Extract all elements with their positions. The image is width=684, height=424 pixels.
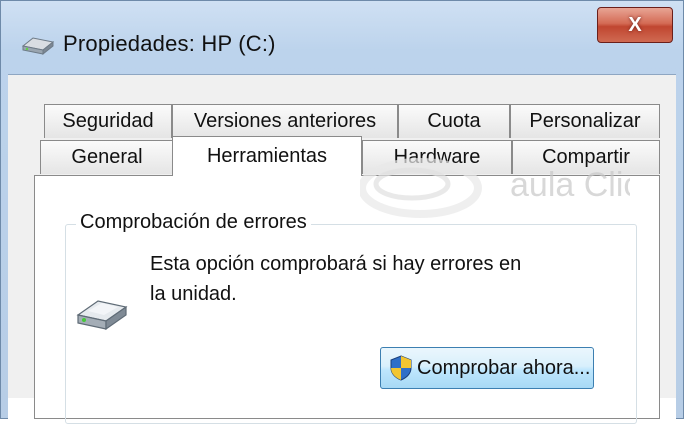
window-title: Propiedades: HP (C:) [63,31,276,56]
tab-seguridad[interactable]: Seguridad [44,104,172,138]
tab-label: Versiones anteriores [193,110,377,132]
check-now-label: Comprobar ahora... [417,356,591,379]
tab-general[interactable]: General [40,140,174,174]
tab-label: Cuota [427,110,481,132]
title-bar[interactable]: Propiedades: HP (C:) X [1,1,683,75]
description-line-1: Esta opción comprobará si hay errores en [150,253,522,275]
drive-icon [21,37,55,56]
error-check-group: Comprobación de errores Esta opción comp… [65,211,637,424]
tab-label: General [71,146,143,168]
tab-personalizar[interactable]: Personalizar [510,104,660,138]
tab-cuota[interactable]: Cuota [398,104,510,138]
tab-label: Herramientas [206,145,328,167]
tab-label: Seguridad [62,110,154,132]
tab-versiones-anteriores[interactable]: Versiones anteriores [172,104,398,138]
tab-label: Hardware [393,146,481,168]
close-button[interactable]: X [597,7,673,43]
tab-label: Personalizar [529,110,641,132]
group-title: Comprobación de errores [76,211,311,234]
hard-drive-icon [76,300,128,331]
tab-label: Compartir [542,146,630,168]
tab-hardware[interactable]: Hardware [362,140,512,174]
description-line-2: la unidad. [150,283,237,305]
error-check-description: Esta opción comprobará si hay errores en… [150,249,530,309]
tab-herramientas[interactable]: Herramientas [172,136,362,176]
tab-panel-herramientas: Comprobación de errores Esta opción comp… [34,175,660,424]
uac-shield-icon [390,355,412,381]
close-icon: X [628,13,642,36]
tab-compartir[interactable]: Compartir [512,140,660,174]
check-now-button[interactable]: Comprobar ahora... [380,347,594,389]
